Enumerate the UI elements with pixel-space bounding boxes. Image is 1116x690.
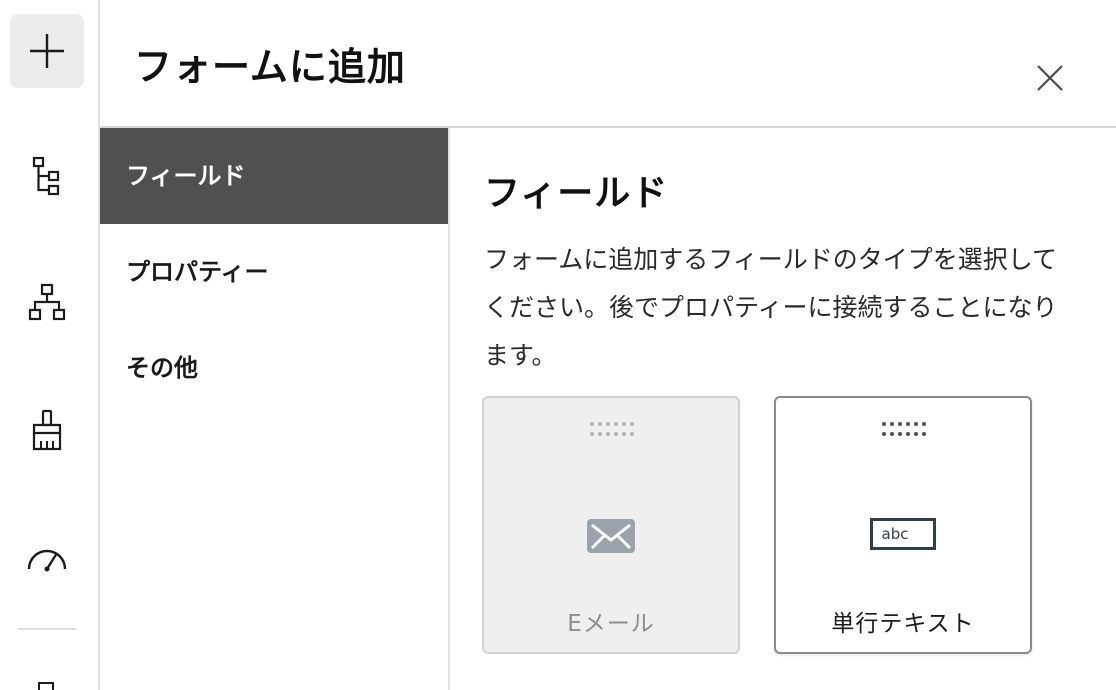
email-icon xyxy=(586,518,636,558)
hierarchy-button[interactable] xyxy=(10,266,84,340)
icon-rail xyxy=(0,0,100,690)
menu-item-properties[interactable]: プロパティー xyxy=(100,224,448,320)
section-description: フォームに追加するフィールドのタイプを選択してください。後でプロパティーに接続す… xyxy=(484,245,1058,370)
section-title: フィールド xyxy=(484,173,669,214)
text-field-icon: abc xyxy=(870,518,936,550)
category-menu: フィールド プロパティー その他 xyxy=(100,128,450,690)
field-tile-single-line-text[interactable]: abc 単行テキスト xyxy=(774,396,1032,654)
add-to-form-panel: フォームに追加 フィールド プロパティー その他 フィールド フォームに追加する… xyxy=(0,0,1116,690)
fields-content: フィールド フォームに追加するフィールドのタイプを選択してください。後でプロパテ… xyxy=(450,128,1116,690)
rail-divider xyxy=(18,628,76,630)
menu-item-other[interactable]: その他 xyxy=(100,320,448,416)
tree-structure-icon xyxy=(27,153,67,201)
text-field-icon-text: abc xyxy=(881,525,909,543)
style-button[interactable] xyxy=(10,394,84,468)
close-icon xyxy=(1035,63,1065,97)
panel-header: フォームに追加 xyxy=(100,0,1116,128)
tree-structure-button[interactable] xyxy=(10,140,84,214)
add-button[interactable] xyxy=(10,14,84,88)
close-button[interactable] xyxy=(1030,60,1070,100)
plus-icon xyxy=(27,31,67,71)
panel-title: フォームに追加 xyxy=(134,45,406,89)
rail-overflow-icon xyxy=(38,682,54,690)
gauge-icon xyxy=(23,535,71,575)
menu-item-fields[interactable]: フィールド xyxy=(100,128,448,224)
paint-brush-icon xyxy=(25,407,69,455)
field-tile-email[interactable]: Eメール xyxy=(482,396,740,654)
performance-button[interactable] xyxy=(10,518,84,592)
drag-handle-icon xyxy=(882,422,926,436)
tile-label: 単行テキスト xyxy=(831,611,975,637)
tile-icon-wrap xyxy=(484,518,738,558)
hierarchy-icon xyxy=(25,281,69,325)
tile-icon-wrap: abc xyxy=(776,518,1030,550)
tile-label: Eメール xyxy=(567,611,655,637)
drag-handle-icon xyxy=(590,422,634,436)
